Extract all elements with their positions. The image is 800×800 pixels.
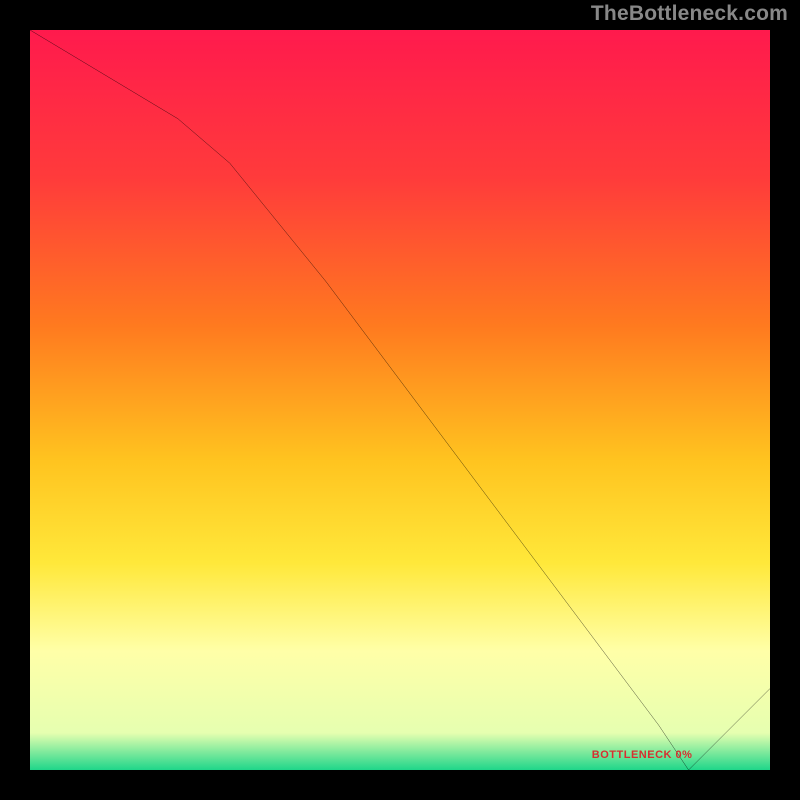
bottleneck-curve bbox=[30, 30, 770, 770]
min-bottleneck-annotation: BOTTLENECK 0% bbox=[592, 749, 693, 761]
chart-frame: TheBottleneck.com BOTTLENECK 0% bbox=[0, 0, 800, 800]
plot-area: BOTTLENECK 0% bbox=[30, 30, 770, 770]
watermark-text: TheBottleneck.com bbox=[591, 2, 788, 26]
